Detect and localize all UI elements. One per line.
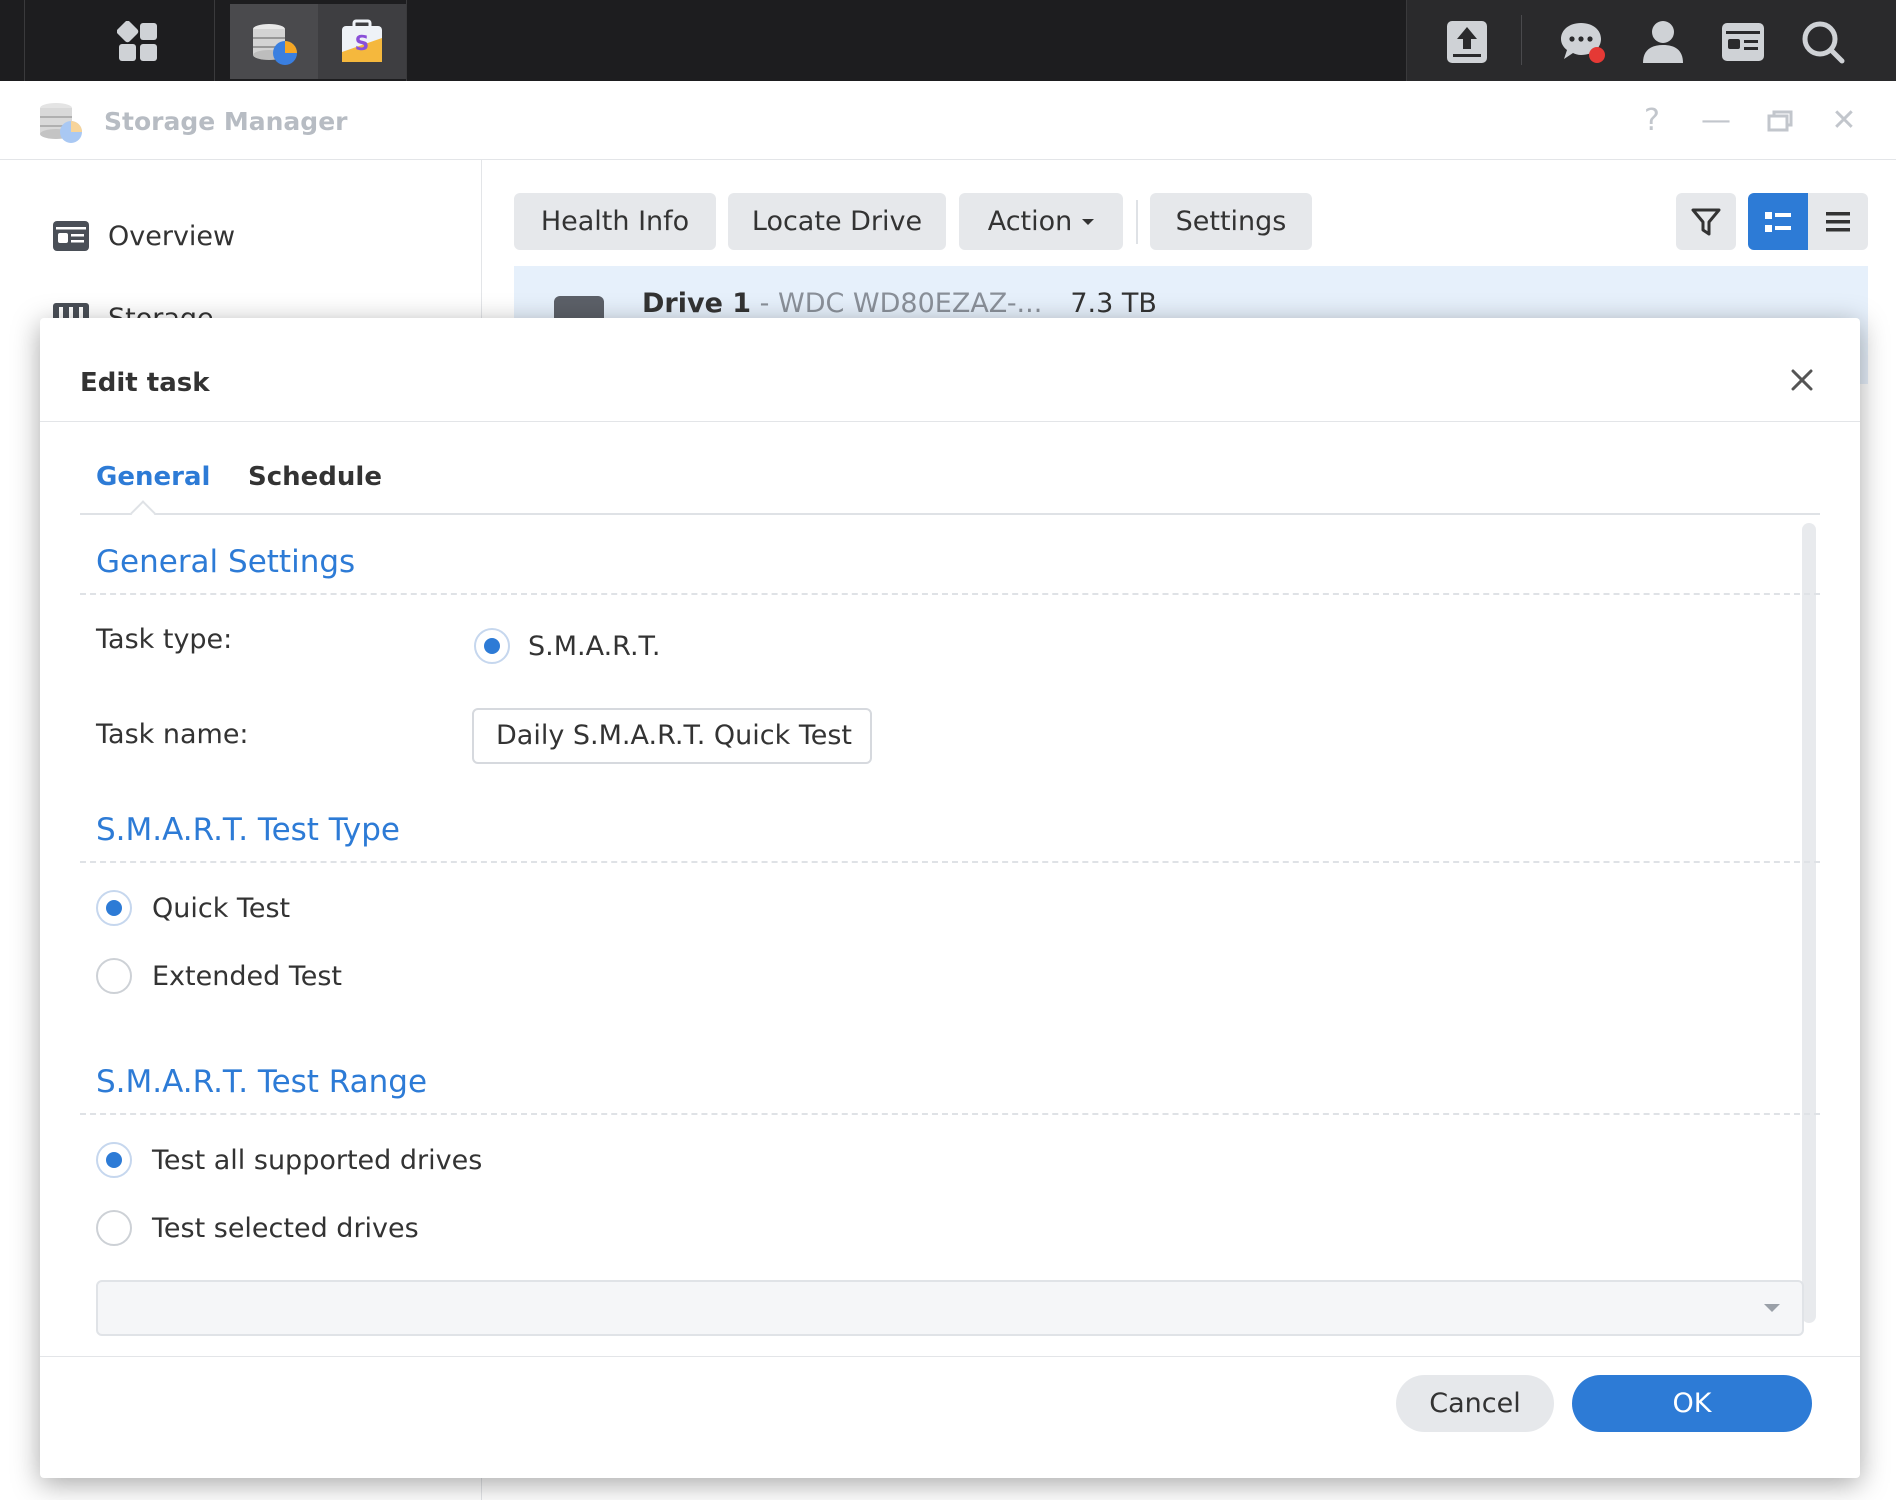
extended-test-label: Extended Test — [152, 961, 342, 992]
storage-manager-app-icon — [40, 103, 82, 143]
task-name-input[interactable]: Daily S.M.A.R.T. Quick Test — [472, 708, 872, 764]
list-icon — [1826, 211, 1850, 231]
ok-button[interactable]: OK — [1572, 1375, 1812, 1432]
upload-icon — [1447, 20, 1487, 63]
toolbar-divider — [1136, 200, 1138, 244]
filter-icon — [1691, 208, 1721, 235]
minimize-button[interactable]: — — [1696, 101, 1736, 141]
health-info-button[interactable]: Health Info — [514, 193, 716, 250]
dialog-close-button[interactable] — [1782, 360, 1822, 400]
extended-test-radio[interactable] — [96, 958, 132, 994]
detail-view-button[interactable] — [1748, 193, 1808, 250]
drive-selector-dropdown[interactable] — [96, 1280, 1804, 1336]
svg-text:S: S — [355, 31, 369, 55]
drive-model: - WDC WD80EZAZ-... — [751, 288, 1043, 319]
tray-divider — [1521, 15, 1522, 65]
sidebar-item-overview[interactable]: Overview — [52, 212, 235, 260]
test-selected-drives-label: Test selected drives — [152, 1213, 419, 1244]
upload-button[interactable] — [1431, 4, 1503, 79]
test-range-title: S.M.A.R.T. Test Range — [96, 1064, 428, 1100]
settings-button[interactable]: Settings — [1150, 193, 1312, 250]
window-titlebar[interactable]: Storage Manager ? — ✕ — [0, 81, 1896, 160]
dialog-footer-divider — [40, 1356, 1860, 1357]
section-divider — [80, 1113, 1820, 1115]
restore-button[interactable] — [1760, 101, 1800, 141]
tab-underline — [80, 513, 1820, 515]
main-menu-button[interactable] — [94, 4, 182, 79]
section-divider — [80, 593, 1820, 595]
tab-general[interactable]: General — [96, 462, 210, 492]
taskbar-divider — [406, 0, 407, 81]
package-center-taskbar-button[interactable]: S — [318, 4, 406, 79]
notifications-icon — [1561, 22, 1605, 63]
dialog-header-divider — [40, 421, 1860, 422]
locate-drive-button[interactable]: Locate Drive — [728, 193, 946, 250]
general-settings-title: General Settings — [96, 544, 356, 580]
edit-task-dialog: Edit task General Schedule General Setti… — [40, 318, 1860, 1478]
overview-icon — [53, 221, 89, 251]
list-view-button[interactable] — [1808, 193, 1868, 250]
widgets-button[interactable] — [1707, 4, 1779, 79]
main-menu-icon — [117, 20, 157, 61]
taskbar-divider — [214, 0, 215, 81]
section-divider — [80, 861, 1820, 863]
task-type-smart-label: S.M.A.R.T. — [528, 631, 661, 662]
test-type-title: S.M.A.R.T. Test Type — [96, 812, 401, 848]
test-selected-drives-radio[interactable] — [96, 1210, 132, 1246]
taskbar: S — [0, 0, 1896, 81]
action-dropdown-button[interactable]: Action — [959, 193, 1123, 250]
storage-manager-icon — [253, 23, 297, 65]
chevron-down-icon — [1082, 218, 1095, 225]
notifications-button[interactable] — [1547, 4, 1619, 79]
restore-icon — [1767, 110, 1793, 132]
test-all-drives-radio[interactable] — [96, 1142, 132, 1178]
taskbar-divider — [24, 0, 25, 81]
test-all-drives-label: Test all supported drives — [152, 1145, 483, 1176]
help-button[interactable]: ? — [1632, 101, 1672, 141]
package-center-icon: S — [342, 19, 382, 62]
drive-info: Drive 1 - WDC WD80EZAZ-... 7.3 TB — [642, 288, 1157, 319]
user-icon — [1643, 20, 1683, 63]
tab-schedule[interactable]: Schedule — [248, 462, 382, 492]
active-tab-indicator — [130, 500, 156, 526]
drive-size: 7.3 TB — [1070, 288, 1157, 319]
search-icon — [1802, 21, 1845, 63]
widgets-icon — [1722, 22, 1764, 61]
window-title: Storage Manager — [104, 107, 348, 136]
drive-name: Drive 1 — [642, 288, 752, 319]
detail-list-icon — [1765, 211, 1791, 232]
taskbar-tray — [1406, 0, 1896, 81]
quick-test-label: Quick Test — [152, 893, 291, 924]
action-label: Action — [987, 206, 1073, 237]
task-type-smart-radio[interactable] — [474, 628, 510, 664]
storage-manager-taskbar-button[interactable] — [230, 4, 318, 79]
quick-test-radio[interactable] — [96, 890, 132, 926]
search-button[interactable] — [1787, 4, 1859, 79]
task-type-label: Task type: — [96, 624, 233, 655]
cancel-button[interactable]: Cancel — [1396, 1375, 1554, 1432]
close-window-button[interactable]: ✕ — [1824, 101, 1864, 141]
close-icon — [1791, 369, 1813, 391]
dialog-scrollbar[interactable] — [1802, 523, 1816, 1323]
task-name-label: Task name: — [96, 719, 249, 750]
chevron-down-icon — [1764, 1304, 1780, 1312]
sidebar-item-label: Overview — [108, 220, 236, 252]
user-button[interactable] — [1627, 4, 1699, 79]
dialog-title: Edit task — [80, 368, 210, 398]
filter-button[interactable] — [1676, 193, 1736, 250]
